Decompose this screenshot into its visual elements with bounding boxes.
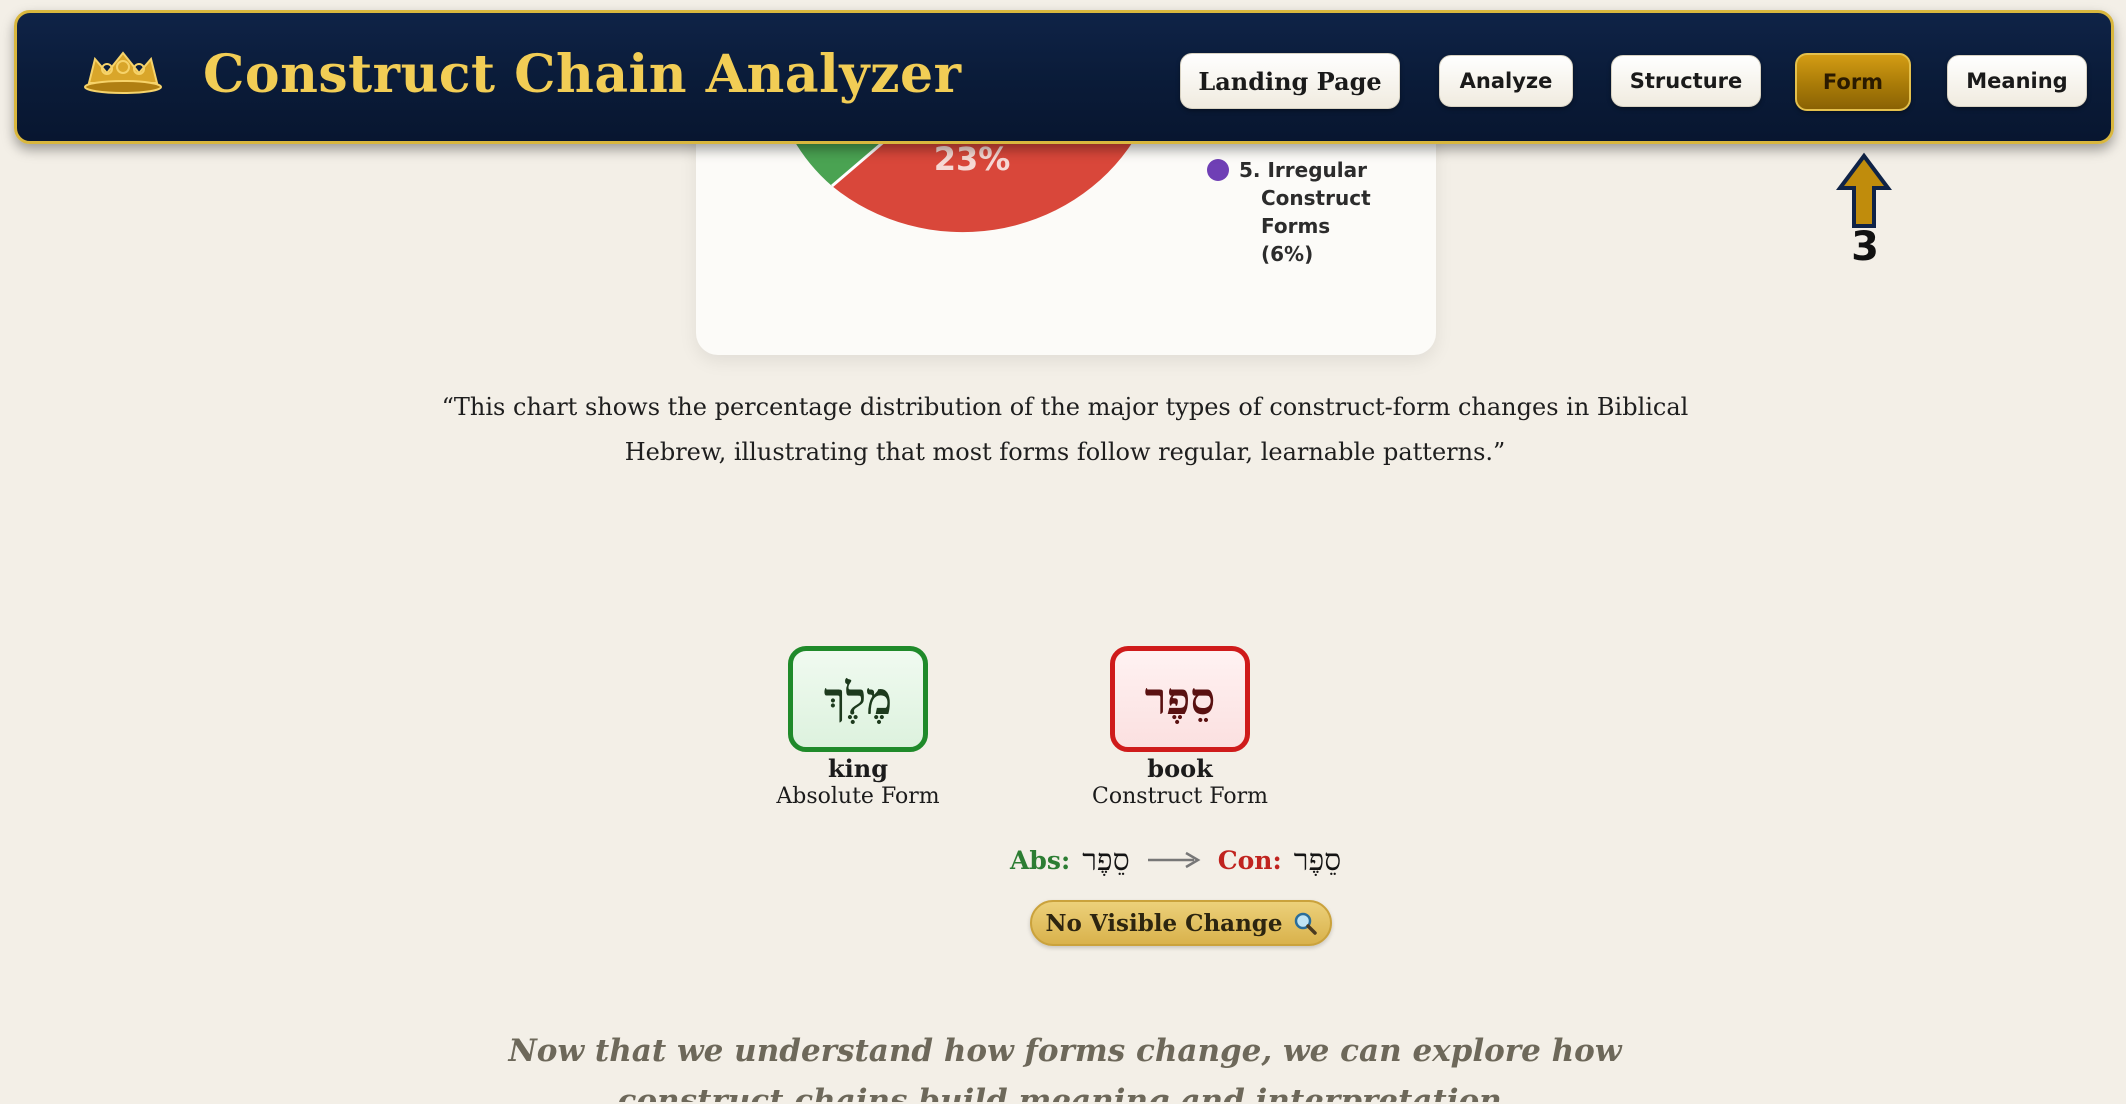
legend-line-3: (6%) <box>1261 242 1314 266</box>
section-transition-text: Now that we understand how forms change,… <box>420 1026 1710 1104</box>
transition-line-2: construct chains build meaning and inter… <box>617 1083 1513 1104</box>
caption-line-2: Hebrew, illustrating that most forms fol… <box>624 438 1506 466</box>
legend-dot-purple <box>1207 159 1229 181</box>
chart-caption: “This chart shows the percentage distrib… <box>420 385 1710 475</box>
search-icon <box>1294 912 1317 935</box>
annotation-number: 3 <box>1851 224 1879 270</box>
nav-structure-button[interactable]: Structure <box>1611 55 1761 107</box>
pie-slice-label: 23% <box>934 140 1011 178</box>
caption-line-1: “This chart shows the percentage distrib… <box>441 393 1689 421</box>
form-transform-row: Abs: סֵפֶר Con: סֵפֶר <box>1010 838 1341 882</box>
page: 23% 5. Irregular Construct Forms (6%) Co… <box>0 0 2126 1104</box>
legend-number: 5. <box>1239 158 1261 182</box>
legend-line-2: Construct Forms <box>1261 186 1371 238</box>
transition-line-1: Now that we understand how forms change,… <box>508 1033 1622 1069</box>
app-title: Construct Chain Analyzer <box>203 44 962 105</box>
con-word: סֵפֶר <box>1293 842 1342 878</box>
nav-form-button[interactable]: Form <box>1795 53 1911 111</box>
absolute-word-form: Absolute Form <box>776 784 940 809</box>
badge-label: No Visible Change <box>1045 909 1283 937</box>
crown-logo-icon <box>84 51 162 94</box>
app-header: Construct Chain Analyzer Landing Page An… <box>14 10 2114 144</box>
legend-line-1: Irregular <box>1267 158 1367 182</box>
absolute-word-gloss: king <box>828 754 888 783</box>
legend-item-irregular: 5. Irregular Construct Forms (6%) <box>1207 156 1439 268</box>
nav-analyze-button[interactable]: Analyze <box>1439 55 1573 107</box>
arrow-right-icon <box>1147 851 1201 869</box>
nav-meaning-button[interactable]: Meaning <box>1947 55 2087 107</box>
construct-word-gloss: book <box>1147 754 1213 783</box>
con-label: Con: <box>1217 845 1282 875</box>
absolute-word-card[interactable]: מֶלֶךְ <box>788 646 928 752</box>
construct-word-card[interactable]: סֵפֶר <box>1110 646 1250 752</box>
abs-word: סֵפֶר <box>1082 842 1130 878</box>
nav-landing-page-button[interactable]: Landing Page <box>1180 53 1400 109</box>
no-visible-change-badge[interactable]: No Visible Change <box>1030 900 1332 946</box>
legend-label: 5. Irregular Construct Forms (6%) <box>1239 156 1439 268</box>
abs-label: Abs: <box>1010 845 1071 875</box>
construct-word-form: Construct Form <box>1092 784 1268 809</box>
